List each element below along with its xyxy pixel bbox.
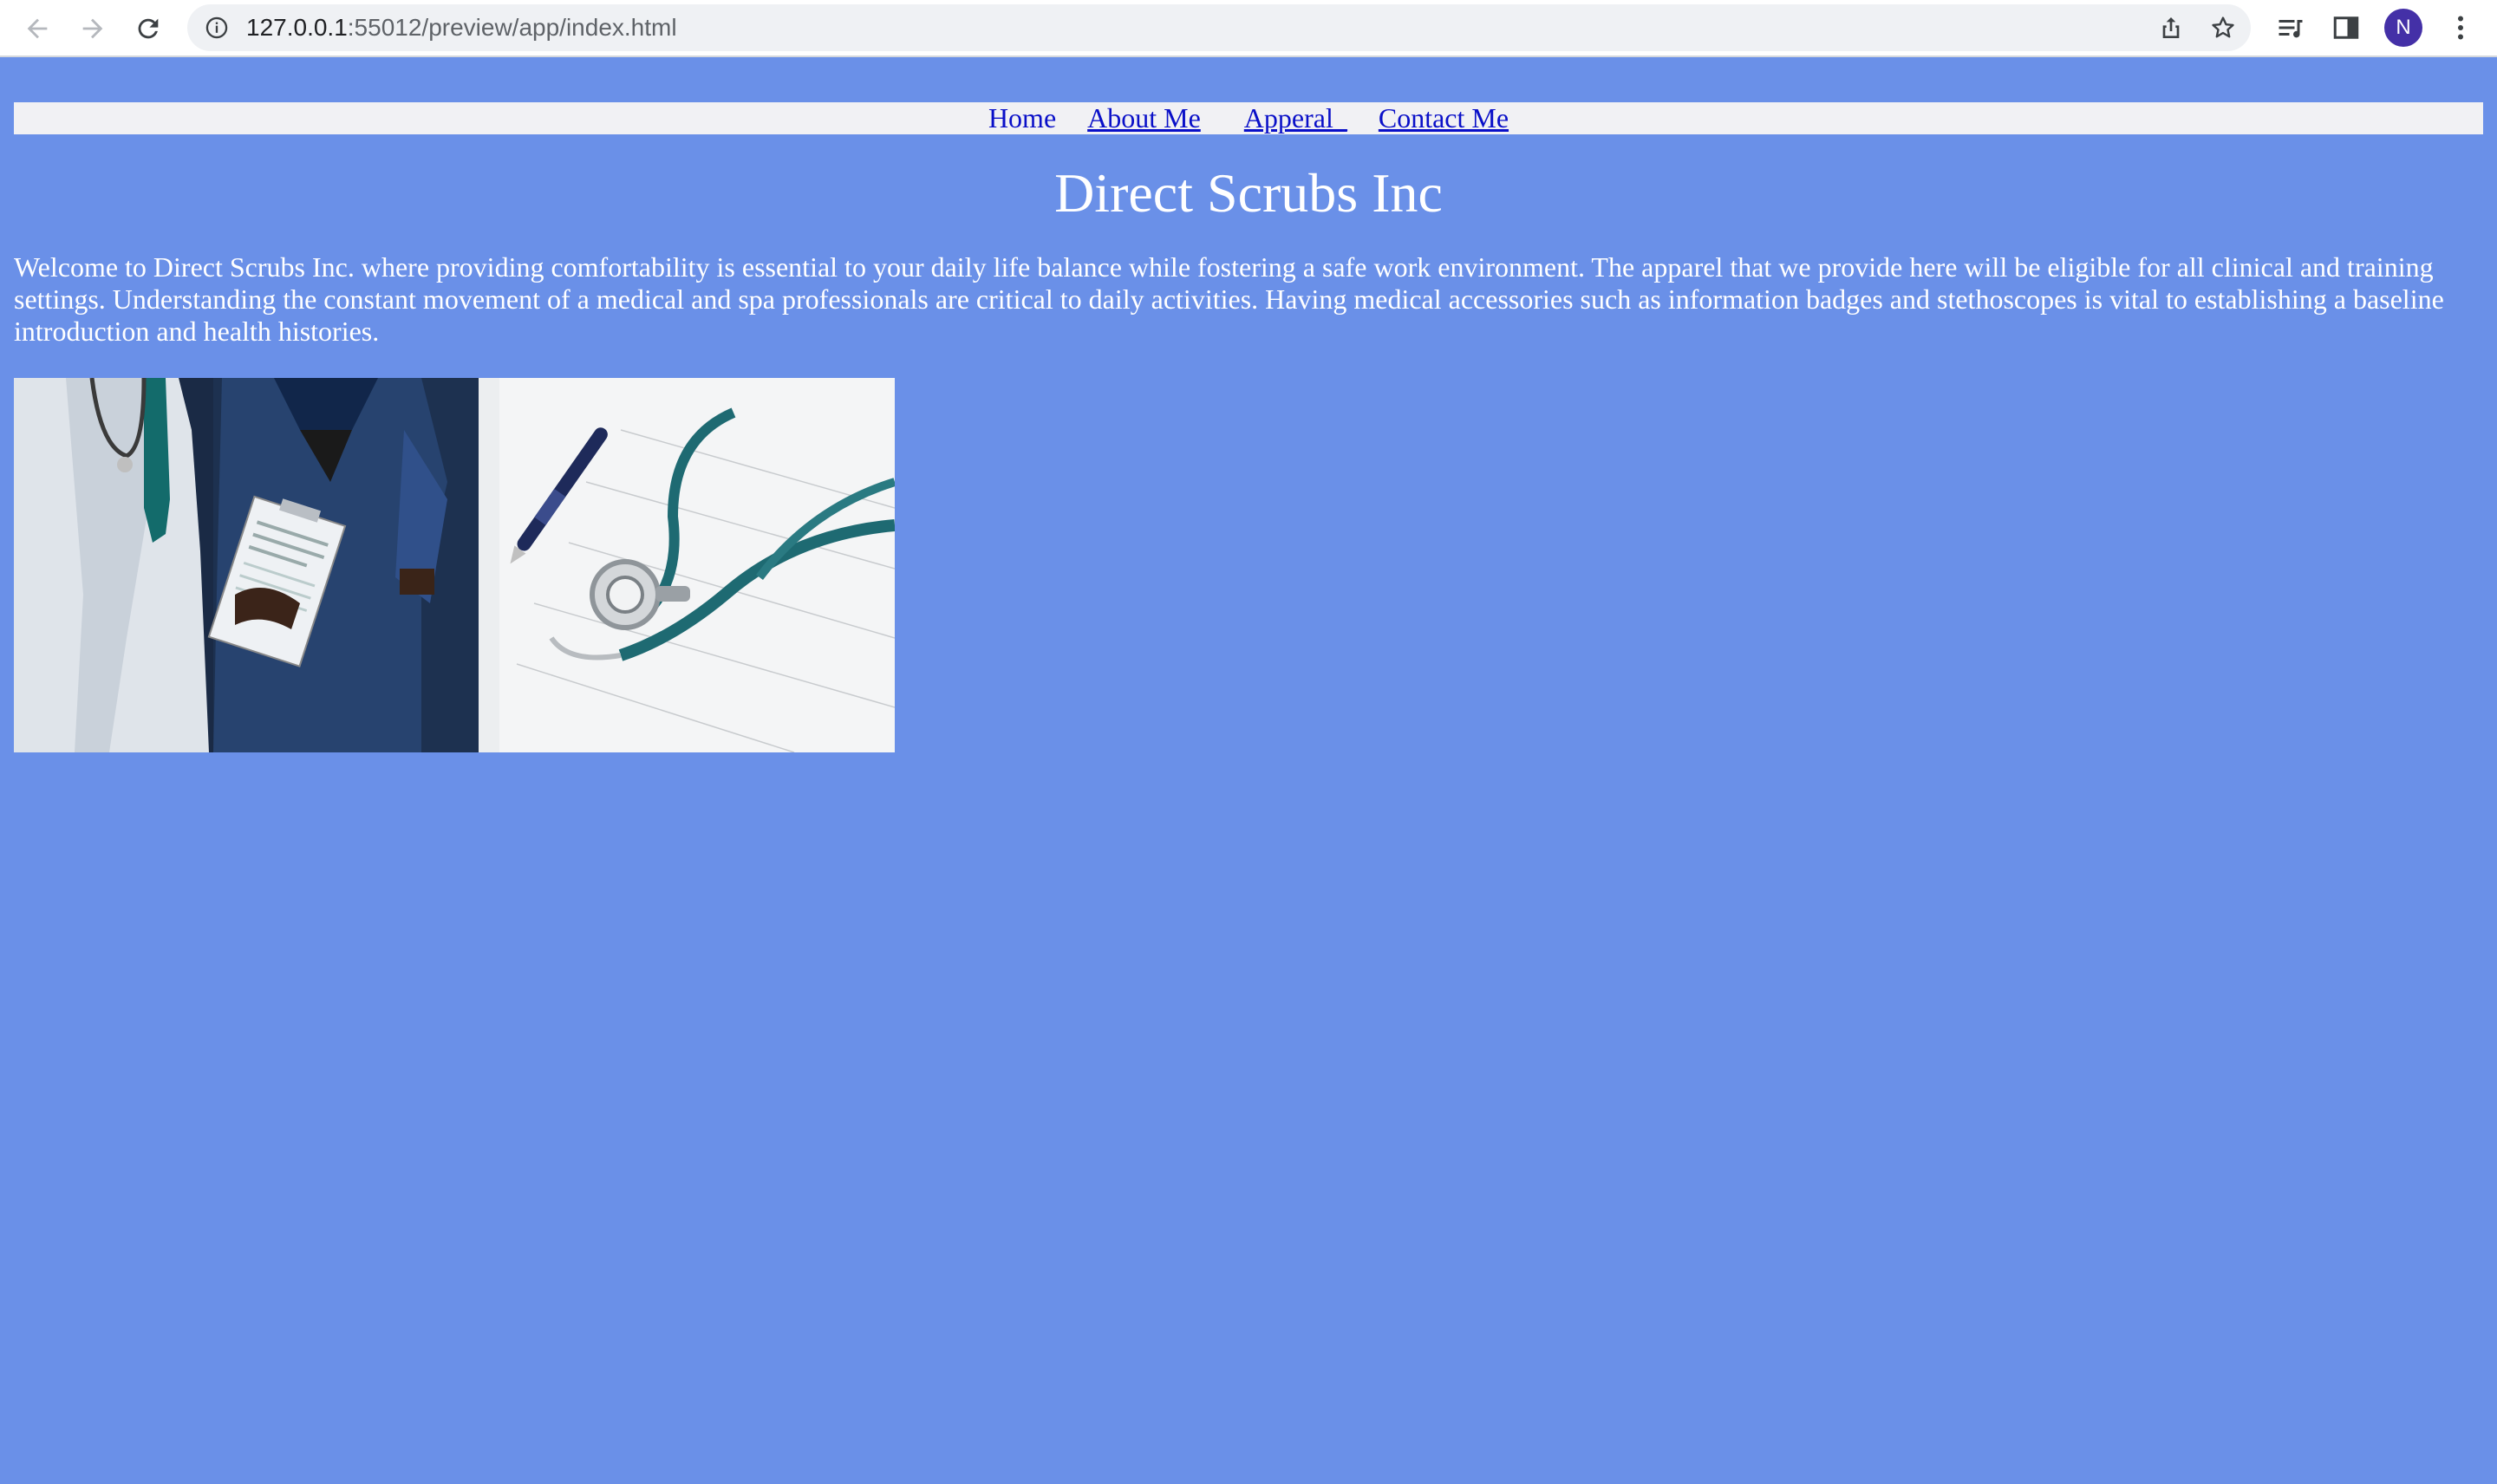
url-host: 127.0.0.1 [246,14,348,41]
more-menu-icon[interactable] [2445,12,2476,43]
intro-paragraph: Welcome to Direct Scrubs Inc. where prov… [14,251,2444,347]
nav-link-about-me[interactable]: About Me [1087,102,1201,133]
site-info-icon[interactable] [205,16,229,40]
browser-toolbar: 127.0.0.1:55012/preview/app/index.html N [0,0,2497,57]
address-bar[interactable]: 127.0.0.1:55012/preview/app/index.html [187,4,2251,51]
profile-avatar[interactable]: N [2384,9,2422,47]
nav-link-contact-me[interactable]: Contact Me [1379,102,1509,133]
medical-professionals-photo [14,378,479,752]
reload-button[interactable] [130,10,166,47]
bookmark-star-icon[interactable] [2209,14,2237,42]
media-playlist-icon[interactable] [2275,12,2306,43]
stethoscope-photo [479,378,895,752]
page-title: Direct Scrubs Inc [1054,162,1443,224]
site-navigation: Home About Me Apperal_ Contact Me [14,102,2483,134]
back-arrow-icon [27,18,48,39]
back-button[interactable] [19,10,55,47]
reload-icon [138,18,159,39]
url-text[interactable]: 127.0.0.1:55012/preview/app/index.html [246,4,677,51]
forward-arrow-icon [82,18,103,39]
nav-link-home[interactable]: Home [988,102,1056,133]
hero-image-medical-staff-and-stethoscope [14,378,895,752]
side-panel-icon[interactable] [2331,12,2362,43]
url-path: :55012/preview/app/index.html [347,14,677,41]
share-icon[interactable] [2157,14,2185,42]
forward-button[interactable] [75,10,111,47]
nav-link-apparel[interactable]: Apperal_ [1244,102,1347,133]
